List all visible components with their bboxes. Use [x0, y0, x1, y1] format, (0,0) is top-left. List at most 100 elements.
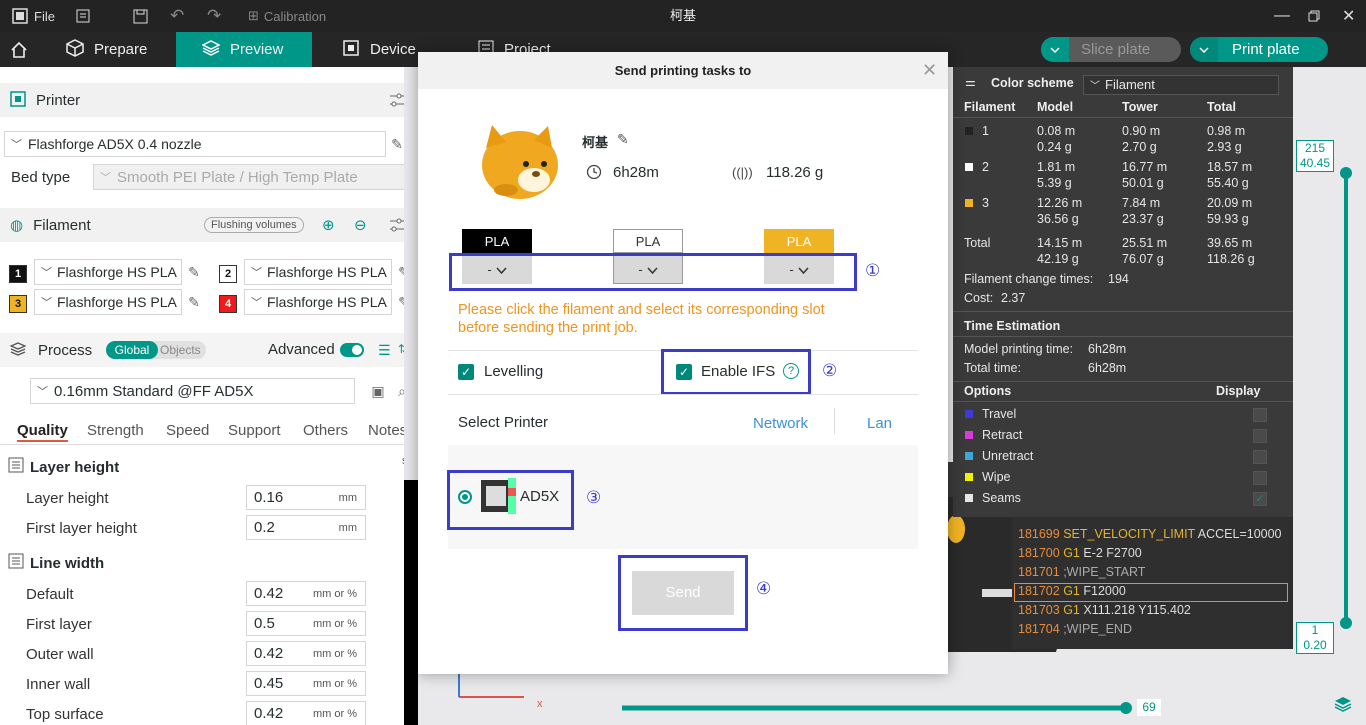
- display-checkbox[interactable]: [1253, 471, 1267, 485]
- left-sidebar: Printer ﹀ Flashforge AD5X 0.4 nozzle ✎ B…: [0, 67, 418, 725]
- setting-input[interactable]: 0.42 mm or %: [246, 701, 366, 725]
- filament-swatch[interactable]: 1: [9, 265, 27, 283]
- subtab-quality[interactable]: Quality: [17, 422, 68, 442]
- option-retract: Retract: [982, 428, 1023, 442]
- setting-input[interactable]: 0.16 mm: [246, 485, 366, 510]
- printer-title: Printer: [36, 91, 81, 109]
- filament-change-value: 194: [1108, 272, 1129, 286]
- legend-total-weight: 59.93 g: [1207, 212, 1249, 226]
- add-filament-icon[interactable]: ⊕: [322, 216, 335, 234]
- chevron-down-icon[interactable]: [1190, 37, 1218, 62]
- network-tab[interactable]: Network: [753, 415, 808, 432]
- filament-swatch[interactable]: 3: [9, 295, 27, 313]
- legend-model-length: 1.81 m: [1037, 160, 1076, 174]
- tab-prepare[interactable]: Prepare: [66, 32, 147, 67]
- app-logo-icon: [12, 0, 28, 32]
- layers-toggle-icon[interactable]: [1334, 695, 1352, 716]
- advanced-toggle[interactable]: [340, 343, 364, 357]
- gcode-line: 181703 G1 X111.218 Y115.402: [1018, 603, 1191, 617]
- menu-icon[interactable]: [76, 0, 90, 32]
- close-window-icon[interactable]: ✕: [1342, 0, 1355, 32]
- global-option[interactable]: Global: [106, 341, 158, 359]
- edit-name-icon[interactable]: ✎: [617, 131, 629, 148]
- flushing-volumes-button[interactable]: Flushing volumes: [204, 217, 304, 233]
- file-menu[interactable]: File: [34, 0, 55, 32]
- option-color-swatch: [965, 452, 973, 460]
- legend-total_tower: 76.07 g: [1122, 252, 1164, 266]
- print-plate-button[interactable]: Print plate: [1190, 37, 1328, 62]
- calibration-button[interactable]: ⊞ Calibration: [248, 0, 326, 32]
- chevron-down-icon: ﹀: [41, 267, 52, 279]
- slice-plate-button[interactable]: Slice plate: [1041, 37, 1181, 62]
- settings-sliders-icon[interactable]: [389, 217, 405, 236]
- lan-tab[interactable]: Lan: [867, 415, 892, 432]
- filament-select[interactable]: ﹀ Flashforge HS PLA: [34, 259, 182, 285]
- option-color-swatch: [965, 494, 973, 502]
- home-icon[interactable]: [10, 32, 28, 67]
- levelling-checkbox[interactable]: ✓: [458, 364, 474, 380]
- settings-sliders-icon[interactable]: [389, 92, 405, 111]
- filament-swatch[interactable]: 2: [219, 265, 237, 283]
- subtab-others[interactable]: Others: [303, 422, 348, 439]
- remove-filament-icon[interactable]: ⊖: [354, 216, 367, 234]
- chevron-down-icon: ﹀: [41, 297, 52, 309]
- process-section-header: Process Global Objects Advanced ☰ ⇅: [0, 333, 418, 367]
- cost-label: Cost:: [964, 291, 994, 305]
- filament-select[interactable]: ﹀ Flashforge HS PLA: [244, 259, 392, 285]
- color-scheme-select[interactable]: ﹀ Filament: [1083, 75, 1279, 95]
- objects-option[interactable]: Objects: [160, 341, 201, 359]
- filament-select[interactable]: ﹀ Flashforge HS PLA: [34, 289, 182, 315]
- filament-swatch[interactable]: 4: [219, 295, 237, 313]
- minimize-icon[interactable]: —: [1274, 0, 1290, 32]
- setting-input[interactable]: 0.42 mm or %: [246, 641, 366, 666]
- global-toggle[interactable]: Global Objects: [106, 341, 206, 359]
- display-checkbox[interactable]: [1253, 450, 1267, 464]
- dialog-title: Send printing tasks to: [418, 52, 948, 89]
- edit-icon[interactable]: ✎: [389, 136, 405, 152]
- process-title: Process: [38, 341, 93, 359]
- redo-icon[interactable]: ↷: [207, 0, 221, 32]
- edit-icon[interactable]: ✎: [186, 264, 202, 280]
- setting-input[interactable]: 0.5 mm or %: [246, 611, 366, 636]
- legend-tower-weight: 2.70 g: [1122, 140, 1157, 154]
- filament-change-label: Filament change times:: [964, 272, 1094, 286]
- annotation-2: ②: [822, 361, 838, 380]
- clock-icon: [586, 164, 602, 183]
- legend-total-weight: 55.40 g: [1207, 176, 1249, 190]
- model-time-label: Model printing time:: [964, 342, 1074, 356]
- setting-label: Default: [26, 586, 74, 603]
- printer-select[interactable]: ﹀ Flashforge AD5X 0.4 nozzle: [4, 131, 386, 157]
- legend-total-length: 20.09 m: [1207, 196, 1253, 210]
- undo-icon[interactable]: ↶: [170, 0, 184, 32]
- annotation-box-3: [447, 470, 574, 530]
- gcode-line: 181704 ;WIPE_END: [1018, 622, 1132, 636]
- filament-id: 2: [982, 160, 989, 174]
- process-preset-select[interactable]: ﹀ 0.16mm Standard @FF AD5X: [30, 378, 355, 404]
- filament-select[interactable]: ﹀ Flashforge HS PLA: [244, 289, 392, 315]
- maximize-icon[interactable]: [1308, 0, 1320, 32]
- tab-preview[interactable]: Preview: [176, 32, 312, 67]
- display-checkbox[interactable]: ✓: [1253, 492, 1267, 506]
- subtab-support[interactable]: Support: [228, 422, 281, 439]
- annotation-3: ③: [586, 488, 602, 507]
- setting-input[interactable]: 0.2 mm: [246, 515, 366, 540]
- save-preset-icon[interactable]: ▣: [370, 383, 386, 399]
- close-icon[interactable]: ✕: [922, 60, 937, 81]
- setting-input[interactable]: 0.45 mm or %: [246, 671, 366, 696]
- tab-device[interactable]: Device: [342, 32, 416, 67]
- display-checkbox[interactable]: [1253, 429, 1267, 443]
- bed-type-select[interactable]: ﹀ Smooth PEI Plate / High Temp Plate: [93, 164, 411, 190]
- list-icon[interactable]: ☰: [378, 342, 391, 359]
- layer-height-icon: [8, 457, 24, 477]
- subtab-strength[interactable]: Strength: [87, 422, 144, 439]
- subtab-speed[interactable]: Speed: [166, 422, 209, 439]
- save-icon[interactable]: [133, 0, 148, 32]
- filament-tag: PLA: [613, 229, 683, 253]
- send-print-dialog: Send printing tasks to ✕ 柯基 ✎ 6h28m ((|)…: [418, 52, 948, 674]
- setting-input[interactable]: 0.42 mm or %: [246, 581, 366, 606]
- display-checkbox[interactable]: [1253, 408, 1267, 422]
- legend-total_tower: 25.51 m: [1122, 236, 1168, 250]
- edit-icon[interactable]: ✎: [186, 294, 202, 310]
- chevron-down-icon[interactable]: [1041, 37, 1069, 62]
- subtab-notes[interactable]: Notes: [368, 422, 407, 439]
